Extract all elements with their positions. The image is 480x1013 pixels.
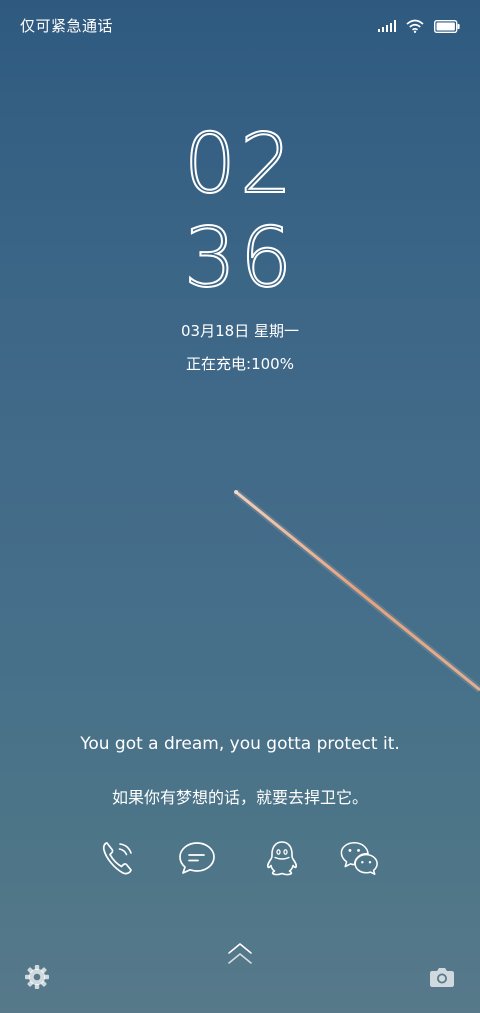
date-text: 03月18日 星期一 bbox=[181, 322, 299, 340]
battery-icon bbox=[434, 19, 460, 33]
status-icons bbox=[378, 16, 460, 36]
message-icon[interactable] bbox=[177, 838, 217, 878]
settings-gear-icon[interactable] bbox=[24, 964, 50, 990]
wechat-icon[interactable] bbox=[339, 838, 379, 878]
clock: 02 36 bbox=[0, 117, 480, 307]
camera-icon[interactable] bbox=[429, 964, 455, 990]
charging-status: 正在充电:100% bbox=[186, 355, 294, 373]
clock-hours: 02 bbox=[183, 117, 297, 213]
clock-minutes: 36 bbox=[183, 211, 297, 307]
swipe-up-chevron-icon[interactable] bbox=[226, 940, 254, 968]
phone-icon[interactable] bbox=[98, 838, 138, 878]
quote-chinese: 如果你有梦想的话，就要去捍卫它。 bbox=[111, 788, 368, 807]
quote-english: You got a dream, you gotta protect it. bbox=[80, 734, 400, 754]
status-bar: 仅可紧急通话 bbox=[0, 0, 480, 52]
signal-icon bbox=[378, 20, 396, 32]
lock-screen[interactable]: 仅可紧急通话 02 36 03月18日 星期一 正在充电:100% You go… bbox=[0, 0, 480, 1013]
carrier-status-text: 仅可紧急通话 bbox=[20, 17, 114, 35]
qq-icon[interactable] bbox=[262, 838, 302, 878]
wifi-icon bbox=[406, 19, 424, 33]
